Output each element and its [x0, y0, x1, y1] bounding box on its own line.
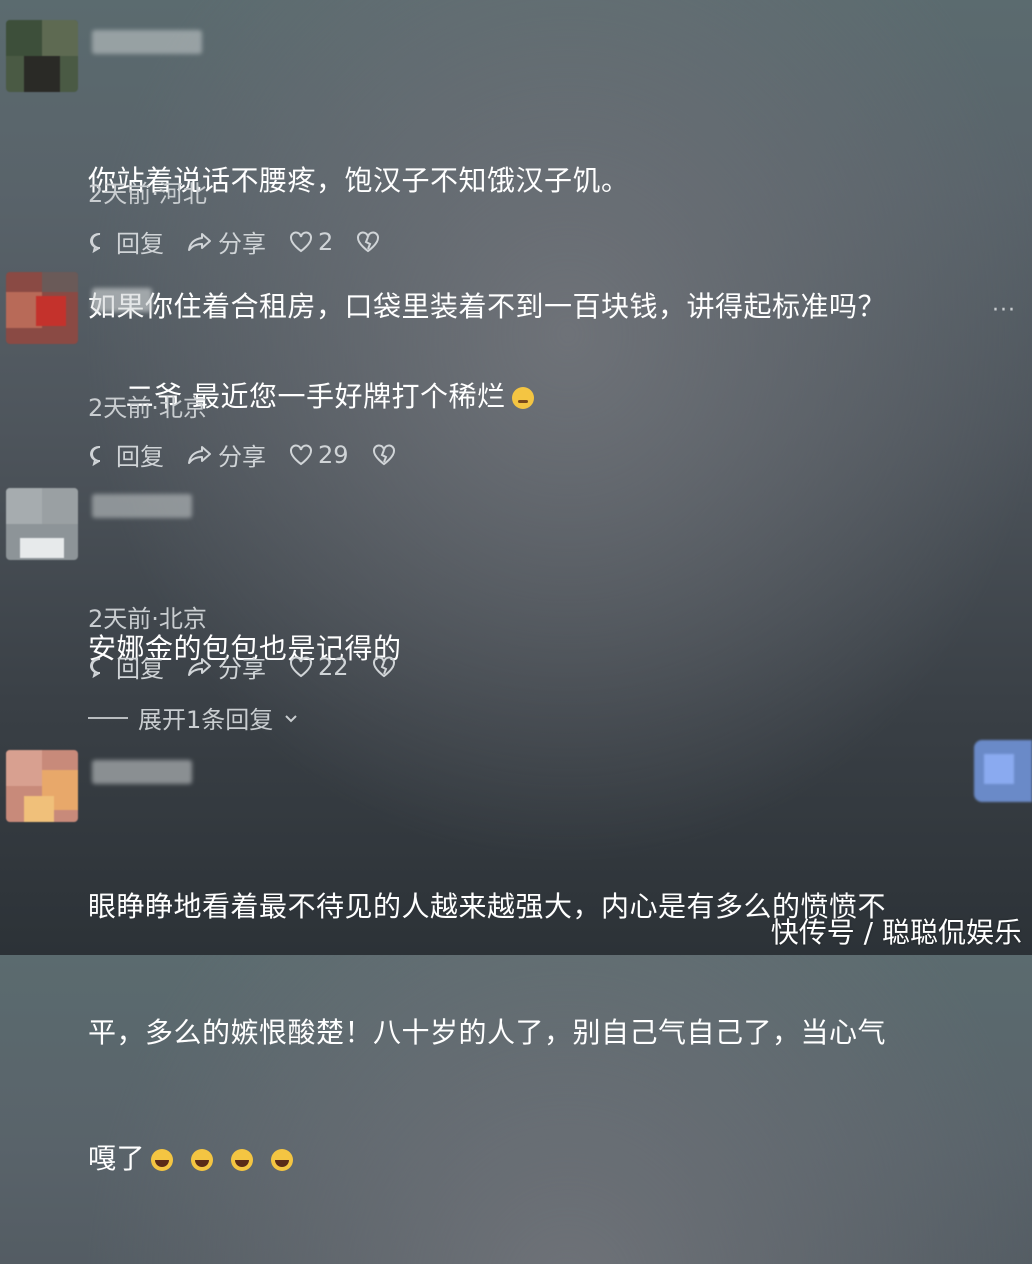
- comment-meta: 2天前·北京: [88, 394, 207, 422]
- dislike-button[interactable]: [355, 230, 381, 254]
- share-button[interactable]: 分享: [186, 224, 266, 259]
- dislike-button[interactable]: [371, 443, 397, 467]
- like-button[interactable]: 29: [288, 441, 349, 469]
- comment-actions: 回复 分享 2: [88, 224, 381, 259]
- comment-icon: [88, 443, 112, 467]
- laugh-emoji: [271, 1149, 294, 1171]
- username-obscured[interactable]: [92, 760, 192, 784]
- avatar[interactable]: [6, 20, 78, 92]
- laugh-emoji: [231, 1149, 254, 1171]
- watermark: 快传号 / 聪聪侃娱乐: [770, 916, 1022, 949]
- broken-heart-icon: [371, 655, 397, 679]
- username-obscured[interactable]: [92, 494, 192, 518]
- divider: [88, 716, 128, 719]
- share-button[interactable]: 分享: [186, 649, 266, 684]
- chevron-down-icon: [283, 704, 299, 732]
- share-icon: [186, 655, 214, 679]
- reply-button[interactable]: 回复: [88, 437, 164, 472]
- comment-meta: 2天前·河北: [88, 180, 207, 208]
- avatar[interactable]: [6, 488, 78, 560]
- username-obscured[interactable]: [92, 288, 152, 312]
- thinking-emoji: [511, 387, 534, 409]
- expand-replies-button[interactable]: 展开1条回复: [88, 700, 299, 735]
- heart-icon: [288, 230, 314, 254]
- side-avatar[interactable]: [974, 740, 1032, 802]
- laugh-emoji: [151, 1149, 174, 1171]
- reply-button[interactable]: 回复: [88, 224, 164, 259]
- like-count: 22: [318, 652, 349, 681]
- share-icon: [186, 443, 214, 467]
- like-button[interactable]: 22: [288, 653, 349, 681]
- share-icon: [186, 230, 214, 254]
- avatar[interactable]: [6, 750, 78, 822]
- like-count: 2: [318, 227, 334, 256]
- like-count: 29: [318, 440, 349, 469]
- comment-meta: 2天前·北京: [88, 605, 207, 633]
- avatar[interactable]: [6, 272, 78, 344]
- comment-icon: [88, 655, 112, 679]
- reply-button[interactable]: 回复: [88, 649, 164, 684]
- comment-icon: [88, 230, 112, 254]
- more-icon[interactable]: ···: [992, 298, 1016, 323]
- like-button[interactable]: 2: [288, 228, 333, 256]
- heart-icon: [288, 443, 314, 467]
- laugh-emoji: [191, 1149, 214, 1171]
- broken-heart-icon: [355, 230, 381, 254]
- broken-heart-icon: [371, 443, 397, 467]
- comment-actions: 回复 分享 29: [88, 437, 397, 472]
- username-obscured[interactable]: [92, 30, 202, 54]
- comment-text: 眼睁睁地看着最不待见的人越来越强大，内心是有多么的愤愤不 平，多么的嫉恨酸楚！八…: [88, 890, 887, 1175]
- comment-actions: 回复 分享 22: [88, 649, 397, 684]
- heart-icon: [288, 655, 314, 679]
- share-button[interactable]: 分享: [186, 437, 266, 472]
- dislike-button[interactable]: [371, 655, 397, 679]
